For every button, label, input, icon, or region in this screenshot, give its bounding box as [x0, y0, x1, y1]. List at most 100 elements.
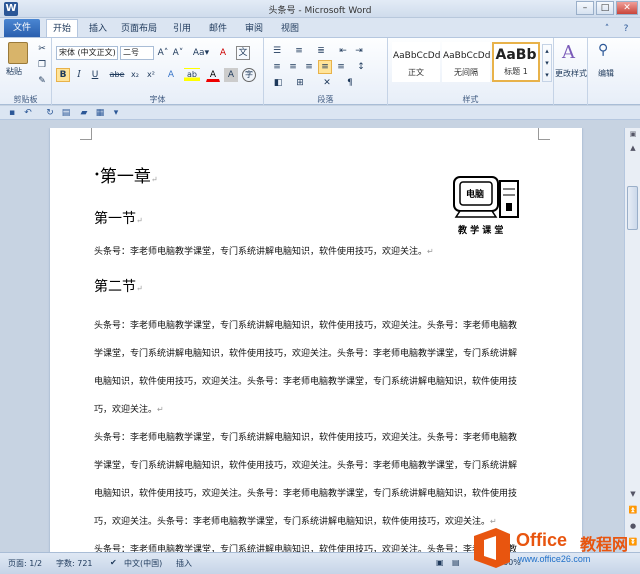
format-painter-icon[interactable]: ✎ [36, 74, 48, 88]
undo-icon[interactable]: ↶ [22, 107, 34, 119]
change-styles-button[interactable]: 更改样式 [554, 68, 588, 79]
line-spacing-icon[interactable]: ↕ [352, 60, 370, 74]
paste-button[interactable]: 粘贴 [6, 66, 22, 77]
office-logo-icon [474, 528, 510, 568]
redo-icon[interactable]: ↻ [44, 107, 56, 119]
italic-button[interactable]: I [72, 68, 86, 82]
tab-home[interactable]: 开始 [46, 19, 78, 37]
styles-scroll-icon[interactable]: ▴ ▾ ▾ [542, 44, 552, 82]
proofing-icon[interactable]: ✔ [110, 558, 117, 567]
tab-insert[interactable]: 插入 [84, 21, 112, 37]
section2-heading: 第二节↵ [94, 279, 143, 295]
borders-icon[interactable]: ⊞ [292, 76, 308, 90]
multilevel-list-icon[interactable]: ≣ [312, 44, 330, 58]
para1-text: 头条号：李老师电脑教学课堂，专门系统讲解电脑知识，软件使用技巧，欢迎关注。 [94, 247, 428, 257]
language-status[interactable]: 中文(中国) [124, 558, 162, 569]
text-effects-icon[interactable]: A [164, 68, 178, 82]
font-color-icon[interactable]: A [206, 68, 220, 82]
page-count[interactable]: 页面: 1/2 [8, 558, 42, 569]
maximize-button[interactable]: □ [596, 1, 614, 15]
highlight-icon[interactable]: ab [184, 68, 200, 82]
phonetic-icon[interactable]: 文 [236, 46, 250, 60]
style-heading-1[interactable]: AaBb 标题 1 [492, 42, 540, 82]
para-line: 电脑知识，软件使用技巧，欢迎关注。头条号：李老师电脑教学课堂，专门系统讲解电脑知… [94, 377, 518, 387]
enclose-char-icon[interactable]: 字 [242, 68, 256, 82]
font-size-select[interactable]: 二号 [120, 46, 154, 60]
word-count[interactable]: 字数: 721 [56, 558, 93, 569]
strikethrough-button[interactable]: abe [108, 68, 126, 82]
distributed-icon[interactable]: ≡ [334, 60, 348, 74]
align-left-icon[interactable]: ≡ [270, 60, 284, 74]
editing-group: ⚲ 编辑 [588, 38, 624, 106]
scroll-thumb[interactable] [627, 186, 638, 230]
print-layout-view-icon[interactable]: ▣ [436, 558, 444, 567]
tab-page-layout[interactable]: 页面布局 [118, 21, 160, 37]
insert-mode[interactable]: 插入 [176, 558, 192, 569]
decrease-indent-icon[interactable]: ⇤ [336, 44, 350, 58]
paste-icon[interactable] [8, 42, 28, 64]
para2-block: 头条号：李老师电脑教学课堂，专门系统讲解电脑知识，软件使用技巧，欢迎关注。头条号… [94, 312, 534, 552]
align-right-icon[interactable]: ≡ [302, 60, 316, 74]
vertical-scrollbar[interactable]: ▣ ▲ ▼ ⏫ ● ⏬ [624, 128, 640, 552]
sort-icon[interactable]: ✕ [318, 76, 336, 90]
section2-heading-text: 第二节 [94, 279, 136, 295]
numbering-icon[interactable]: ≡ [290, 44, 308, 58]
ruler-toggle-icon[interactable]: ▣ [626, 128, 640, 140]
shrink-font-button[interactable]: A˅ [171, 46, 185, 60]
para-line: 头条号：李老师电脑教学课堂，专门系统讲解电脑知识，软件使用技巧，欢迎关注。头条号… [94, 545, 518, 552]
subscript-button[interactable]: x₂ [128, 68, 142, 82]
increase-indent-icon[interactable]: ⇥ [352, 44, 366, 58]
minimize-button[interactable]: – [576, 1, 594, 15]
computer-logo-image[interactable]: 电脑 教 学 课 堂 [448, 173, 528, 237]
styles-group: AaBbCcDd 正文 AaBbCcDd 无间隔 AaBb 标题 1 ▴ ▾ ▾ 样… [388, 38, 554, 106]
tab-view[interactable]: 视图 [276, 21, 304, 37]
table-icon[interactable]: ▦ [94, 107, 106, 119]
collapse-ribbon-icon[interactable]: ˄ [600, 21, 614, 37]
chapter-heading: •第一章↵ [94, 167, 158, 187]
style-heading-1-sample: AaBb [495, 47, 537, 63]
para-line: 头条号：李老师电脑教学课堂，专门系统讲解电脑知识，软件使用技巧，欢迎关注。头条号… [94, 433, 518, 443]
style-no-spacing[interactable]: AaBbCcDd 无间隔 [442, 42, 490, 82]
change-case-button[interactable]: Aa▾ [190, 46, 212, 60]
justify-icon[interactable]: ≡ [318, 60, 332, 74]
tab-mailings[interactable]: 邮件 [204, 21, 232, 37]
find-binoculars-icon[interactable]: ⚲ [598, 42, 608, 58]
para-line: 巧，欢迎关注。头条号：李老师电脑教学课堂，专门系统讲解电脑知识，软件使用技巧，欢… [94, 517, 497, 527]
superscript-button[interactable]: x² [144, 68, 158, 82]
print-preview-icon[interactable]: ▤ [60, 107, 72, 119]
tab-review[interactable]: 审阅 [240, 21, 268, 37]
copy-icon[interactable]: ❐ [36, 58, 48, 72]
style-heading-1-name: 标题 1 [504, 67, 528, 76]
align-center-icon[interactable]: ≡ [286, 60, 300, 74]
section1-heading: 第一节↵ [94, 211, 143, 227]
customize-qat-icon[interactable]: ▾ [110, 107, 122, 119]
change-styles-group: A 更改样式 [554, 38, 588, 106]
show-marks-icon[interactable]: ¶ [342, 76, 358, 90]
bold-button[interactable]: B [56, 68, 70, 82]
font-name-select[interactable]: 宋体 (中文正文) [56, 46, 118, 60]
save-icon[interactable]: ▪ [6, 107, 18, 119]
change-styles-icon[interactable]: A [562, 42, 575, 63]
grow-font-button[interactable]: A˄ [156, 46, 170, 60]
paragraph-group-label: 段落 [317, 95, 334, 104]
underline-button[interactable]: U [88, 68, 102, 82]
clear-format-icon[interactable]: A [216, 46, 230, 60]
char-shading-icon[interactable]: A [224, 68, 238, 82]
scroll-down-icon[interactable]: ▼ [626, 488, 640, 500]
bullets-icon[interactable]: ☰ [268, 44, 286, 58]
tab-references[interactable]: 引用 [168, 21, 196, 37]
style-normal[interactable]: AaBbCcDd 正文 [392, 42, 440, 82]
document-page[interactable]: •第一章↵ 第一节↵ 头条号：李老师电脑教学课堂，专门系统讲解电脑知识，软件使用… [50, 128, 582, 552]
open-icon[interactable]: ▰ [78, 107, 90, 119]
window-title: 头条号 - Microsoft Word [268, 6, 372, 16]
previous-page-icon[interactable]: ⏫ [626, 504, 640, 516]
shading-icon[interactable]: ◧ [270, 76, 286, 90]
reading-view-icon[interactable]: ▤ [452, 558, 460, 567]
editing-button[interactable]: 编辑 [588, 68, 624, 79]
scroll-up-icon[interactable]: ▲ [626, 142, 640, 154]
watermark-cn: 教程网 [580, 535, 629, 554]
help-icon[interactable]: ? [618, 21, 634, 37]
tab-file[interactable]: 文件 [4, 19, 40, 37]
close-button[interactable]: ✕ [616, 1, 638, 15]
cut-icon[interactable]: ✂ [36, 42, 48, 56]
